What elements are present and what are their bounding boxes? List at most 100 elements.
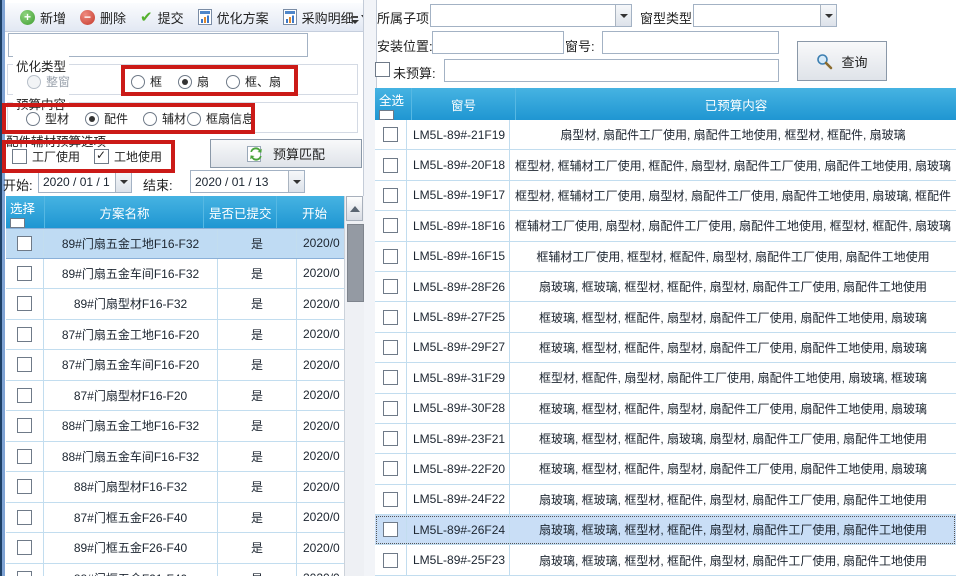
window-no-input[interactable] bbox=[602, 31, 779, 54]
window-row-checkbox[interactable] bbox=[383, 249, 398, 264]
window-row-checkbox[interactable] bbox=[383, 370, 398, 385]
col-select-all-label: 全选 bbox=[379, 90, 404, 109]
plan-row-checkbox[interactable] bbox=[17, 449, 32, 464]
window-no-cell: LM5L-89#-18F16 bbox=[407, 211, 510, 240]
col-window-no[interactable]: 窗号 bbox=[412, 88, 516, 120]
window-table-row[interactable]: LM5L-89#-25F23扇玻璃, 框玻璃, 框型材, 框配件, 扇型材, 扇… bbox=[375, 545, 956, 575]
plan-row-checkbox[interactable] bbox=[17, 296, 32, 311]
window-type-combo[interactable] bbox=[693, 4, 837, 27]
plan-row-checkbox[interactable] bbox=[17, 266, 32, 281]
window-table-row[interactable]: LM5L-89#-19F17框型材, 框辅材工厂使用, 扇型材, 扇配件工厂使用… bbox=[375, 181, 956, 211]
plan-row-checkbox[interactable] bbox=[17, 357, 32, 372]
radio-frame-and-sash[interactable] bbox=[226, 75, 240, 89]
toolbar-overflow-button[interactable] bbox=[348, 11, 361, 29]
end-date-picker[interactable]: 2020 / 01 / 13 bbox=[190, 170, 305, 193]
no-budget-input[interactable] bbox=[444, 59, 779, 82]
plan-table-row[interactable]: 89#门扇五金车间F16-F32是2020/0 bbox=[6, 259, 363, 290]
install-position-input[interactable] bbox=[432, 31, 564, 54]
budgeted-content-cell: 框辅材工厂使用, 框型材, 框配件, 扇型材, 扇配件工厂使用, 扇配件工地使用 bbox=[510, 242, 956, 271]
plan-row-checkbox[interactable] bbox=[17, 479, 32, 494]
radio-accessory[interactable] bbox=[85, 112, 99, 126]
report-chart-icon bbox=[283, 9, 297, 25]
plan-row-checkbox[interactable] bbox=[17, 510, 32, 525]
plan-table-row[interactable]: 87#门框五金F26-F40是2020/0 bbox=[6, 503, 363, 534]
window-row-checkbox[interactable] bbox=[383, 492, 398, 507]
plan-row-checkbox[interactable] bbox=[17, 236, 32, 251]
window-table-row[interactable]: LM5L-89#-21F19扇型材, 扇配件工厂使用, 扇配件工地使用, 框型材… bbox=[375, 120, 956, 150]
radio-sash[interactable] bbox=[178, 75, 192, 89]
site-use-checkbox[interactable] bbox=[94, 149, 109, 164]
window-table-row[interactable]: LM5L-89#-16F15框辅材工厂使用, 框型材, 框配件, 扇型材, 扇配… bbox=[375, 242, 956, 272]
window-table-row[interactable]: LM5L-89#-24F22扇玻璃, 框玻璃, 框型材, 框配件, 扇型材, 扇… bbox=[375, 485, 956, 515]
select-all-plans-checkbox[interactable] bbox=[10, 218, 25, 228]
radio-frame[interactable] bbox=[131, 75, 145, 89]
window-row-checkbox[interactable] bbox=[383, 461, 398, 476]
plan-table-row[interactable]: 88#门框五金F21-F40是2020/0 bbox=[6, 564, 363, 576]
window-table-row[interactable]: LM5L-89#-22F20框玻璃, 框型材, 框配件, 扇型材, 扇配件工厂使… bbox=[375, 454, 956, 484]
window-table-row[interactable]: LM5L-89#-27F25框玻璃, 框型材, 框配件, 扇型材, 扇配件工厂使… bbox=[375, 302, 956, 332]
plan-table-row[interactable]: 89#门扇五金工地F16-F32是2020/0 bbox=[6, 228, 363, 259]
plan-row-checkbox[interactable] bbox=[17, 540, 32, 555]
plan-table-row[interactable]: 89#门框五金F26-F40是2020/0 bbox=[6, 533, 363, 564]
plan-table-row[interactable]: 87#门扇五金工地F16-F20是2020/0 bbox=[6, 320, 363, 351]
col-submitted[interactable]: 是否已提交 bbox=[204, 196, 277, 228]
budgeted-content-cell: 框型材, 框辅材工厂使用, 框配件, 扇型材, 扇配件工厂使用, 扇配件工地使用… bbox=[510, 150, 956, 179]
calendar-dropdown-icon[interactable] bbox=[115, 171, 131, 192]
radio-profile[interactable] bbox=[26, 112, 40, 126]
window-table-row[interactable]: LM5L-89#-29F27框玻璃, 框型材, 框配件, 扇型材, 扇配件工厂使… bbox=[375, 333, 956, 363]
window-table-row[interactable]: LM5L-89#-20F18框型材, 框辅材工厂使用, 框配件, 扇型材, 扇配… bbox=[375, 150, 956, 180]
window-row-checkbox[interactable] bbox=[383, 522, 398, 537]
window-row-checkbox[interactable] bbox=[383, 279, 398, 294]
no-budget-checkbox[interactable] bbox=[375, 62, 390, 77]
plan-table-row[interactable]: 89#门扇型材F16-F32是2020/0 bbox=[6, 289, 363, 320]
col-plan-name[interactable]: 方案名称 bbox=[45, 196, 204, 228]
plan-table-row[interactable]: 87#门扇型材F16-F20是2020/0 bbox=[6, 381, 363, 412]
chevron-down-icon[interactable] bbox=[615, 5, 631, 26]
plan-table-row[interactable]: 88#门扇型材F16-F32是2020/0 bbox=[6, 472, 363, 503]
window-row-checkbox[interactable] bbox=[383, 401, 398, 416]
col-budgeted-content[interactable]: 已预算内容 bbox=[516, 88, 956, 120]
plan-table-row[interactable]: 88#门扇五金工地F16-F32是2020/0 bbox=[6, 411, 363, 442]
chevron-down-icon[interactable] bbox=[820, 5, 836, 26]
budget-match-button[interactable]: 预算匹配 bbox=[210, 139, 362, 168]
start-date-picker[interactable]: 2020 / 01 / 1 bbox=[38, 170, 132, 193]
delete-button[interactable]: − 删除 bbox=[73, 5, 133, 30]
window-row-checkbox[interactable] bbox=[383, 127, 398, 142]
plan-table-row[interactable]: 87#门扇五金车间F16-F20是2020/0 bbox=[6, 350, 363, 381]
radio-frame-sash-info[interactable] bbox=[187, 112, 201, 126]
window-table-row[interactable]: LM5L-89#-28F26扇玻璃, 框玻璃, 框型材, 框配件, 扇型材, 扇… bbox=[375, 272, 956, 302]
window-table-row[interactable]: LM5L-89#-23F21框玻璃, 框型材, 框配件, 扇玻璃, 扇型材, 扇… bbox=[375, 424, 956, 454]
calendar-dropdown-icon[interactable] bbox=[288, 171, 304, 192]
window-row-checkbox[interactable] bbox=[383, 158, 398, 173]
scroll-up-button[interactable] bbox=[346, 196, 363, 221]
window-table-row[interactable]: LM5L-89#-31F29框型材, 框配件, 扇型材, 扇配件工厂使用, 扇配… bbox=[375, 363, 956, 393]
plan-row-checkbox[interactable] bbox=[17, 571, 32, 576]
radio-auxiliary[interactable] bbox=[143, 112, 157, 126]
window-row-select-cell bbox=[375, 181, 407, 210]
sub-item-combo[interactable] bbox=[430, 4, 632, 27]
radio-whole-window[interactable] bbox=[27, 75, 41, 89]
window-row-checkbox[interactable] bbox=[383, 340, 398, 355]
window-table-row[interactable]: LM5L-89#-18F16框辅材工厂使用, 扇型材, 扇配件工厂使用, 扇配件… bbox=[375, 211, 956, 241]
optimize-plan-button[interactable]: 优化方案 bbox=[191, 5, 276, 30]
window-no-cell: LM5L-89#-22F20 bbox=[407, 454, 510, 483]
window-row-checkbox[interactable] bbox=[383, 218, 398, 233]
scrollbar-thumb[interactable] bbox=[347, 224, 364, 302]
window-row-checkbox[interactable] bbox=[383, 553, 398, 568]
window-row-checkbox[interactable] bbox=[383, 310, 398, 325]
plan-table-row[interactable]: 88#门扇五金车间F16-F32是2020/0 bbox=[6, 442, 363, 473]
window-table-row[interactable]: LM5L-89#-30F28框玻璃, 框型材, 框配件, 扇型材, 扇配件工厂使… bbox=[375, 394, 956, 424]
factory-use-checkbox[interactable] bbox=[12, 149, 27, 164]
plan-row-checkbox[interactable] bbox=[17, 388, 32, 403]
plan-filter-input[interactable] bbox=[8, 33, 308, 57]
plan-row-checkbox[interactable] bbox=[17, 418, 32, 433]
query-button[interactable]: 查询 bbox=[797, 41, 887, 81]
select-all-windows-checkbox[interactable] bbox=[379, 110, 394, 120]
window-row-checkbox[interactable] bbox=[383, 431, 398, 446]
plan-row-checkbox[interactable] bbox=[17, 327, 32, 342]
new-button[interactable]: + 新增 bbox=[13, 5, 73, 30]
window-row-checkbox[interactable] bbox=[383, 188, 398, 203]
window-table-row[interactable]: LM5L-89#-26F24扇玻璃, 框玻璃, 框型材, 框配件, 扇型材, 扇… bbox=[375, 515, 956, 545]
plan-table-scrollbar[interactable] bbox=[344, 196, 364, 576]
submit-button[interactable]: ✔ 提交 bbox=[133, 5, 191, 30]
